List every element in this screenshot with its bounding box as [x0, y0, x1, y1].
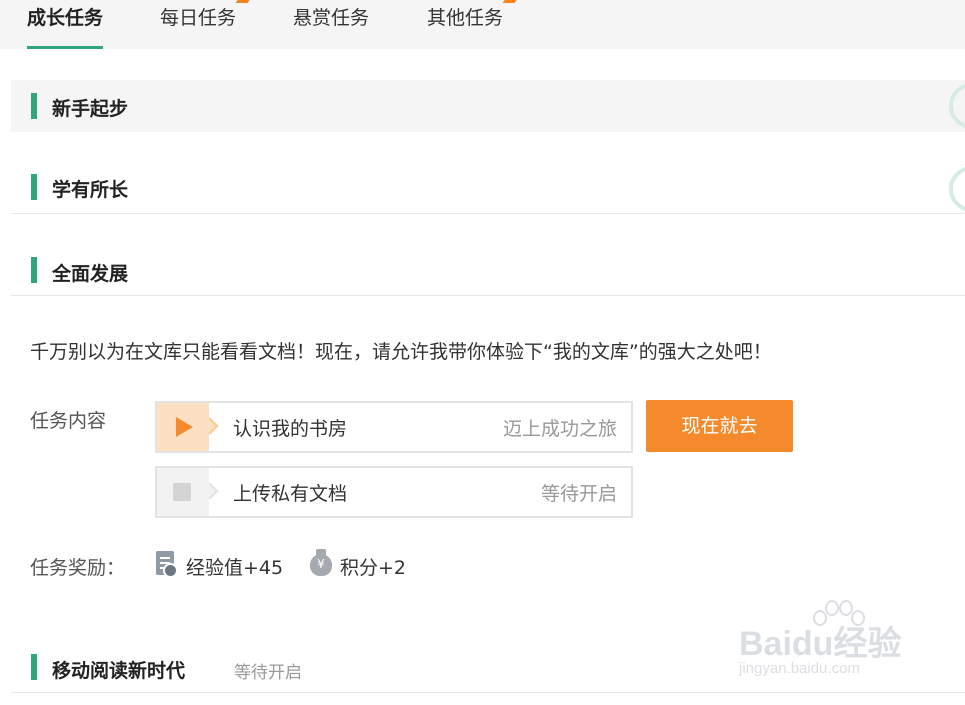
divider: [11, 692, 965, 693]
tab-label: 其他任务: [427, 7, 504, 29]
task-center-page: 成长任务 每日任务 悬赏任务 其他任务 新手起步 学有所长 全面发展 千万别以为…: [0, 0, 965, 705]
section-learning[interactable]: 学有所长: [11, 160, 965, 215]
go-now-button[interactable]: 现在就去: [646, 400, 793, 452]
tab-bounty-tasks[interactable]: 悬赏任务: [293, 0, 369, 49]
tab-label: 悬赏任务: [293, 7, 370, 29]
task-status: 迈上成功之旅: [502, 418, 617, 440]
tab-label: 成长任务: [27, 7, 104, 29]
section-marker: [31, 654, 37, 680]
play-icon: [176, 417, 193, 437]
task-tabs: 成长任务 每日任务 悬赏任务 其他任务: [0, 0, 965, 49]
reward-text: 积分+2: [340, 557, 407, 579]
task-row-upload-private-doc[interactable]: 上传私有文档 等待开启: [155, 466, 633, 518]
tab-daily-tasks[interactable]: 每日任务: [160, 0, 253, 49]
section-title: 新手起步: [52, 98, 129, 120]
task-name: 上传私有文档: [233, 483, 348, 505]
tab-other-tasks[interactable]: 其他任务: [427, 0, 520, 49]
section-title: 移动阅读新时代: [52, 660, 186, 682]
badge-icon: [949, 166, 965, 212]
badge-icon: [949, 83, 965, 129]
section-marker: [31, 174, 37, 200]
locked-square-icon: [173, 483, 191, 501]
tab-label: 每日任务: [160, 7, 237, 29]
development-description: 千万别以为在文库只能看看文档！现在，请允许我带你体验下“我的文库”的强大之处吧！: [30, 341, 772, 363]
experience-icon: [156, 551, 178, 578]
tab-growth-tasks[interactable]: 成长任务: [27, 0, 104, 49]
task-name: 认识我的书房: [233, 418, 348, 440]
divider: [11, 213, 965, 214]
new-flag-icon: [502, 0, 520, 3]
section-development[interactable]: 全面发展: [11, 243, 965, 298]
section-marker: [31, 257, 37, 283]
section-marker: [31, 93, 37, 119]
section-title: 全面发展: [52, 263, 129, 285]
task-status: 等待开启: [540, 483, 617, 505]
reward-text: 经验值+45: [186, 557, 284, 579]
new-flag-icon: [235, 0, 253, 3]
task-icon-box: [157, 403, 209, 451]
task-icon-box: [157, 468, 209, 516]
task-content-label: 任务内容: [30, 410, 107, 432]
section-status: 等待开启: [234, 663, 302, 683]
money-bag-icon: [310, 549, 332, 576]
divider: [11, 295, 965, 296]
section-beginner[interactable]: 新手起步: [11, 80, 965, 132]
task-row-know-my-study[interactable]: 认识我的书房 迈上成功之旅: [155, 401, 633, 453]
section-mobile-reading[interactable]: 移动阅读新时代 等待开启: [11, 640, 965, 695]
section-title: 学有所长: [52, 179, 129, 201]
paw-logo-icon: [809, 598, 865, 628]
task-reward-label: 任务奖励：: [30, 557, 126, 579]
